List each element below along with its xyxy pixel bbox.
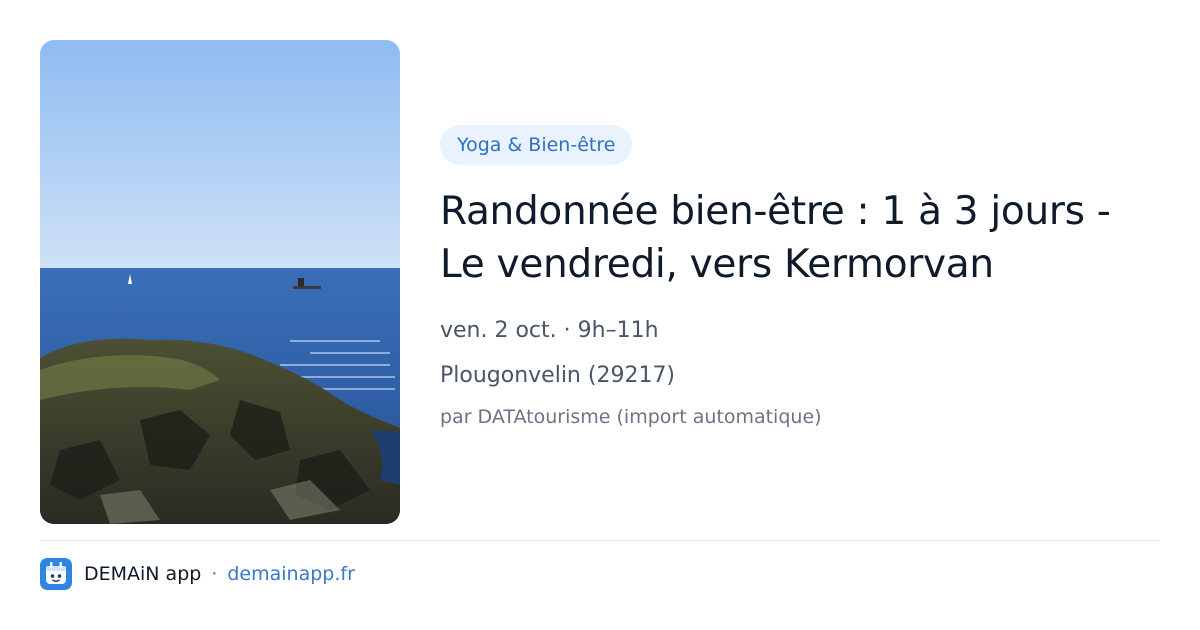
category-tag[interactable]: Yoga & Bien-être: [440, 125, 633, 165]
footer-separator: ·: [211, 563, 218, 585]
event-source: par DATAtourisme (import automatique): [440, 406, 822, 428]
site-link[interactable]: demainapp.fr: [227, 563, 355, 585]
event-title[interactable]: Randonnée bien-être : 1 à 3 jours - Le v…: [440, 185, 1150, 291]
event-photo: [40, 40, 400, 524]
brand-name: DEMAiN app: [84, 563, 202, 585]
event-datetime: ven. 2 oct. · 9h–11h: [440, 318, 659, 343]
event-share-card: Yoga & Bien-être Randonnée bien-être : 1…: [0, 0, 1200, 630]
footer: DEMAiN app · demainapp.fr: [40, 558, 355, 590]
event-details: Yoga & Bien-être Randonnée bien-être : 1…: [440, 125, 1160, 429]
demain-app-logo-icon: [40, 558, 72, 590]
event-location: Plougonvelin (29217): [440, 363, 676, 388]
footer-divider: [40, 540, 1160, 541]
